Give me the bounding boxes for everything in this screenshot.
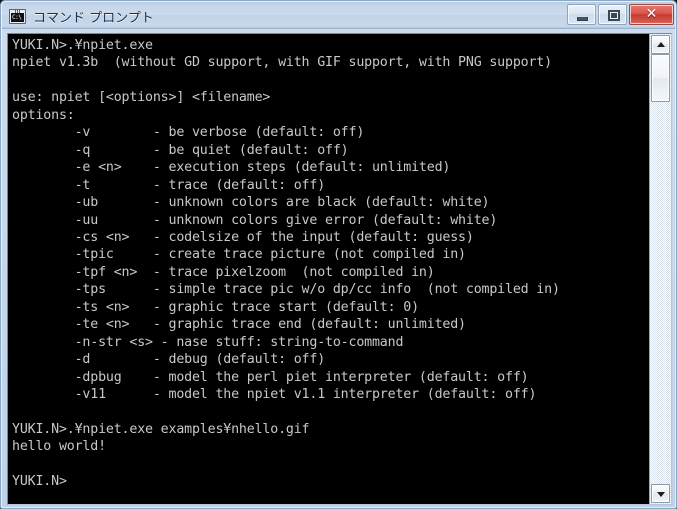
console-text: YUKI.N>.¥npiet.exe npiet v1.3b (without …	[12, 38, 560, 490]
chevron-up-icon	[656, 41, 665, 47]
window-title: コマンド プロンプト	[33, 10, 154, 26]
scrollbar-thumb[interactable]	[651, 54, 670, 102]
window-controls: ✕	[567, 4, 674, 26]
minimize-button[interactable]	[567, 4, 596, 25]
minimize-icon	[577, 17, 588, 21]
console-icon-label: C:\	[12, 13, 22, 21]
vertical-scrollbar[interactable]	[649, 34, 671, 504]
maximize-button[interactable]	[598, 4, 627, 25]
scroll-up-button[interactable]	[651, 35, 670, 54]
console-icon-titledots	[15, 9, 24, 13]
console-output-area[interactable]: YUKI.N>.¥npiet.exe npiet v1.3b (without …	[8, 34, 649, 504]
maximize-icon	[608, 10, 620, 21]
console-icon[interactable]: C:\	[9, 8, 26, 24]
close-button[interactable]: ✕	[629, 4, 674, 25]
chevron-down-icon	[656, 491, 665, 497]
title-bar[interactable]: C:\ コマンド プロンプト ✕	[2, 2, 676, 29]
console-client-area: YUKI.N>.¥npiet.exe npiet v1.3b (without …	[7, 33, 672, 505]
title-bar-left: C:\ コマンド プロンプト	[9, 6, 154, 26]
close-icon: ✕	[645, 6, 658, 22]
scroll-down-button[interactable]	[651, 484, 670, 503]
command-prompt-window: C:\ コマンド プロンプト ✕ YUKI.N>.¥npiet.exe npie…	[0, 0, 677, 509]
